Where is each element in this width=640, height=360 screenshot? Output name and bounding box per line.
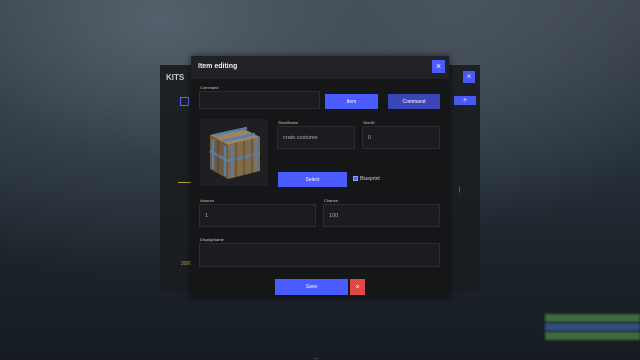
background-bar [545,323,640,331]
command-label: Command [200,85,219,90]
kits-checkbox[interactable] [180,97,189,106]
background-bar [545,314,640,322]
displayname-input[interactable] [199,243,440,267]
kits-add-button[interactable]: + [454,96,476,105]
modal-header: Item editing × [191,56,449,79]
amount-input[interactable]: 1 ⋮ [199,204,316,227]
background-bar [545,332,640,340]
wooden-crate-icon [209,126,261,179]
close-button[interactable]: × [432,60,445,73]
item-image [200,119,268,186]
kits-title: KITS [166,73,185,82]
stepper-icon[interactable]: ⋮ [308,213,312,218]
blueprint-checkbox[interactable] [353,176,358,181]
skinid-label: SkinID [363,120,375,125]
item-button[interactable]: Item [325,94,378,109]
command-input[interactable] [199,91,320,109]
chance-label: Chance [324,198,338,203]
displayname-label: DisplayName [200,237,224,242]
kits-divider [178,182,192,183]
blueprint-label: Blueprint [360,176,380,182]
kits-close-button[interactable]: × [463,71,475,83]
amount-value: 1 [205,212,209,219]
bottom-mark: ▁ [314,354,318,359]
select-button[interactable]: Select [278,172,347,187]
shortname-label: ShortName [278,120,299,125]
chance-input[interactable]: 100 ⋮ [323,204,440,227]
amount-label: Amount [200,198,214,203]
save-button[interactable]: Save [275,279,348,295]
command-button[interactable]: Command [388,94,440,109]
delete-button[interactable]: × [350,279,365,295]
shortname-input[interactable]: crate.costume [277,126,355,149]
chance-value: 100 [329,212,339,219]
kits-side-mark: | [458,187,460,193]
stepper-icon[interactable]: ⋮ [432,213,436,218]
skinid-input[interactable]: 0 [362,126,440,149]
modal-title: Item editing [198,63,238,70]
